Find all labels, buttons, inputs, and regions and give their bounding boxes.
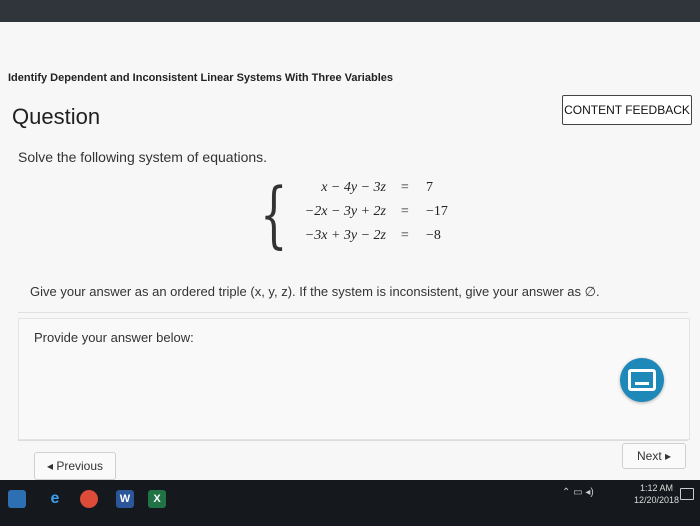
equation-sign: = (400, 228, 410, 243)
browser-top-bar (0, 0, 700, 22)
math-keyboard-button[interactable] (620, 358, 664, 402)
equation-row: −3x + 3y − 2z = −8 (260, 225, 470, 247)
equation-rhs: −17 (426, 204, 448, 219)
divider (18, 312, 688, 313)
system-tray[interactable]: ⌃ ▭ ◂) (562, 487, 594, 498)
question-heading: Question (12, 104, 101, 129)
clock-time: 1:12 AM (640, 483, 674, 493)
provide-answer-label: Provide your answer below: (34, 330, 194, 345)
equation-rhs: 7 (426, 180, 433, 195)
equation-sign: = (400, 180, 410, 195)
question-prompt: Solve the following system of equations. (18, 149, 268, 165)
word-icon[interactable]: W (116, 490, 134, 508)
equation-sign: = (400, 204, 410, 219)
lesson-title: Identify Dependent and Inconsistent Line… (8, 72, 393, 84)
divider (18, 440, 688, 441)
keyboard-icon (628, 369, 656, 391)
equation-row: −2x − 3y + 2z = −17 (260, 201, 470, 223)
equation-lhs: x − 4y − 3z (321, 180, 386, 195)
chrome-icon[interactable] (80, 490, 98, 508)
equation-lhs: −3x + 3y − 2z (304, 228, 386, 243)
equation-system: { x − 4y − 3z = 7 −2x − 3y + 2z = −17 −3… (260, 172, 470, 270)
equation-rhs: −8 (426, 228, 441, 243)
equation-row: x − 4y − 3z = 7 (260, 177, 470, 199)
next-button[interactable]: Next ▸ (622, 443, 686, 469)
content-feedback-button[interactable]: CONTENT FEEDBACK (562, 95, 692, 125)
windows-taskbar (0, 480, 700, 526)
notification-icon[interactable] (680, 488, 694, 500)
excel-icon[interactable]: X (148, 490, 166, 508)
taskbar-clock[interactable]: 1:12 AM 12/20/2018 (634, 482, 679, 506)
edge-icon[interactable]: e (46, 490, 64, 508)
previous-button[interactable]: ◂ Previous (34, 452, 116, 480)
answer-instructions: Give your answer as an ordered triple (x… (30, 284, 600, 299)
windows-start-icon[interactable] (8, 490, 26, 508)
clock-date: 12/20/2018 (634, 495, 680, 505)
equation-lhs: −2x − 3y + 2z (304, 204, 386, 219)
browser-screen: Identify Dependent and Inconsistent Line… (0, 0, 700, 488)
